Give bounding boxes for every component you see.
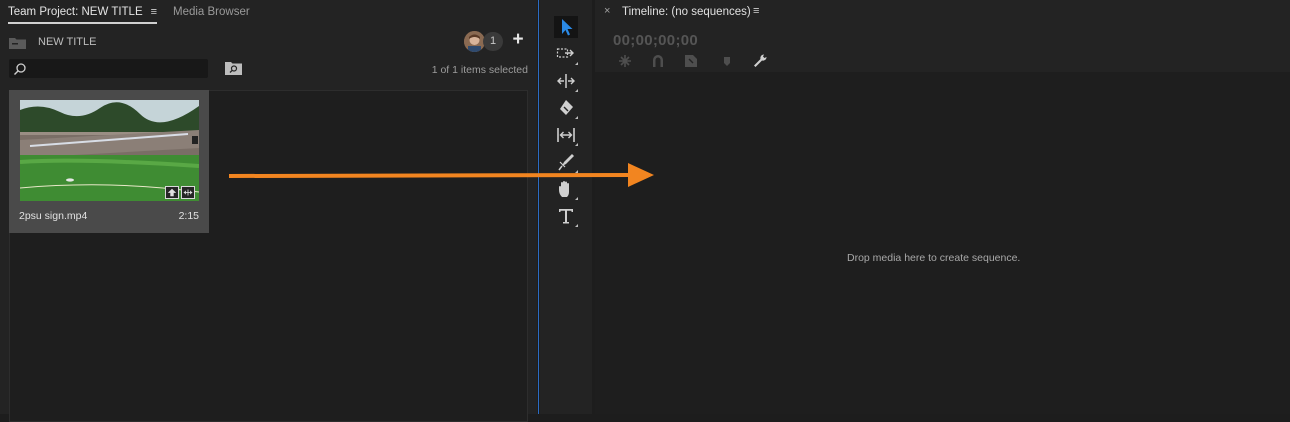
track-select-tool[interactable] bbox=[554, 43, 578, 65]
search-icon bbox=[14, 63, 26, 75]
tool-flyout-corner bbox=[575, 116, 578, 119]
search-input[interactable] bbox=[31, 60, 205, 78]
project-panel: Team Project: NEW TITLE ≡ Media Browser N… bbox=[0, 0, 537, 422]
panel-menu-icon[interactable]: ≡ bbox=[753, 5, 759, 17]
panel-menu-icon[interactable]: ≡ bbox=[151, 6, 157, 18]
drop-media-message: Drop media here to create sequence. bbox=[847, 252, 1021, 264]
tab-team-project-label: Team Project: NEW TITLE bbox=[8, 6, 143, 18]
linked-selection-icon[interactable] bbox=[683, 53, 699, 69]
project-search[interactable] bbox=[9, 59, 208, 78]
add-collaborator-button[interactable]: + bbox=[510, 30, 526, 50]
clip-badges bbox=[165, 186, 195, 199]
audio-usage-badge-icon bbox=[181, 186, 195, 199]
tool-flyout-corner bbox=[575, 224, 578, 227]
tool-flyout-corner bbox=[575, 143, 578, 146]
pen-icon bbox=[558, 154, 574, 171]
timeline-panel: × Timeline: (no sequences) ≡ 00;00;00;00… bbox=[595, 0, 1290, 414]
slip-tool[interactable] bbox=[554, 124, 578, 146]
clip-duration: 2:15 bbox=[178, 210, 199, 222]
tab-media-browser[interactable]: Media Browser bbox=[173, 0, 250, 22]
tool-flyout-corner bbox=[575, 62, 578, 65]
type-icon bbox=[559, 209, 573, 224]
close-timeline-icon[interactable]: × bbox=[604, 5, 610, 17]
nest-sequences-icon[interactable] bbox=[617, 53, 633, 69]
ripple-edit-icon bbox=[557, 74, 575, 88]
avatar-face-icon bbox=[464, 31, 485, 52]
ripple-edit-tool[interactable] bbox=[554, 70, 578, 92]
collaborator-avatar[interactable] bbox=[464, 31, 485, 52]
hand-icon bbox=[559, 181, 569, 197]
clip-thumbnail-item[interactable]: 2psu sign.mp4 2:15 bbox=[9, 90, 209, 233]
project-name: NEW TITLE bbox=[38, 36, 97, 48]
playhead-timecode[interactable]: 00;00;00;00 bbox=[613, 32, 698, 49]
track-select-icon bbox=[556, 48, 574, 58]
project-tabbar: Team Project: NEW TITLE ≡ Media Browser bbox=[0, 0, 537, 24]
timeline-drop-area[interactable]: Drop media here to create sequence. bbox=[595, 72, 1290, 414]
selection-tool[interactable] bbox=[554, 16, 578, 38]
type-tool[interactable] bbox=[554, 205, 578, 227]
slip-icon bbox=[557, 128, 575, 142]
add-marker-icon[interactable] bbox=[719, 53, 735, 69]
razor-tool[interactable] bbox=[554, 97, 578, 119]
tab-team-project[interactable]: Team Project: NEW TITLE ≡ bbox=[8, 0, 158, 24]
new-search-bin-icon[interactable] bbox=[225, 61, 242, 75]
tool-flyout-corner bbox=[575, 89, 578, 92]
razor-icon bbox=[560, 100, 573, 115]
tab-timeline[interactable]: Timeline: (no sequences) bbox=[622, 6, 751, 18]
project-folder-icon bbox=[9, 38, 26, 49]
hand-tool[interactable] bbox=[554, 178, 578, 200]
pen-tool[interactable] bbox=[554, 151, 578, 173]
selection-status: 1 of 1 items selected bbox=[431, 64, 528, 76]
selection-arrow-icon bbox=[562, 19, 573, 36]
collaborators-count[interactable]: 1 bbox=[483, 32, 503, 51]
active-panel-divider bbox=[538, 0, 539, 414]
snap-magnet-icon[interactable] bbox=[650, 53, 666, 69]
tool-flyout-corner bbox=[575, 197, 578, 200]
tool-flyout-corner bbox=[575, 170, 578, 173]
clip-name: 2psu sign.mp4 bbox=[19, 210, 88, 222]
tools-panel bbox=[540, 0, 592, 414]
timeline-settings-wrench-icon[interactable] bbox=[752, 53, 768, 69]
video-usage-badge-icon bbox=[165, 186, 179, 199]
